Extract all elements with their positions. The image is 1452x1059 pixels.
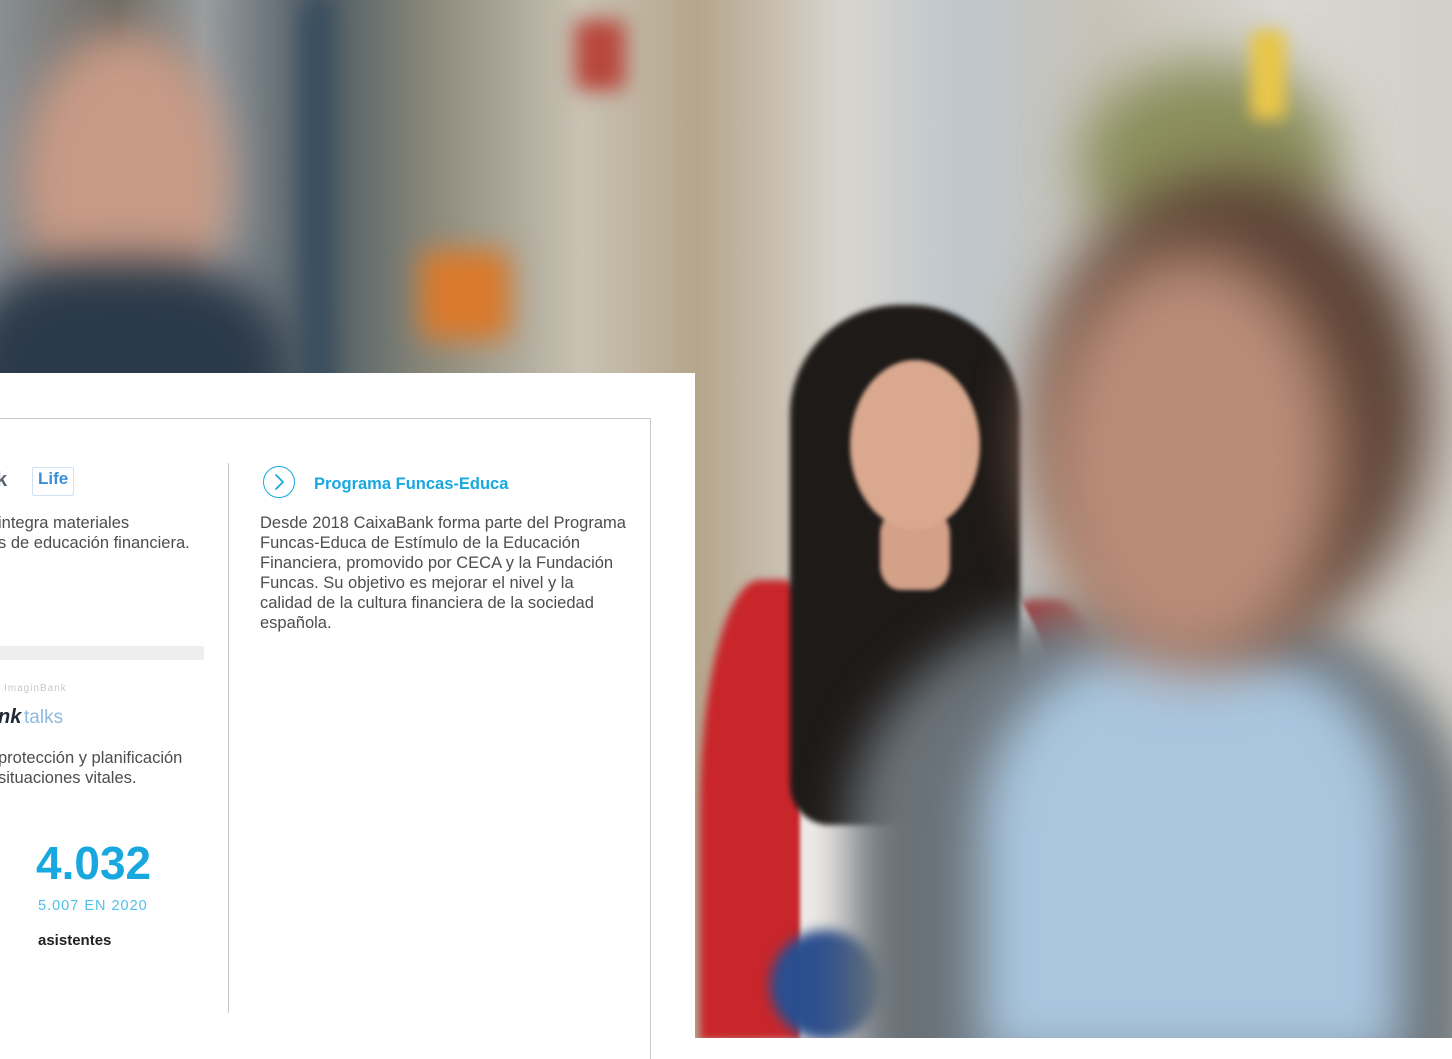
- talks-logo-light: talks: [24, 707, 64, 728]
- content-panel: k Life integra materiales s de educación…: [0, 373, 695, 1059]
- photo-orange-sign: [420, 250, 510, 340]
- photo-yellow-banner: [1250, 30, 1286, 120]
- stat-label: asistentes: [38, 932, 112, 949]
- section-title: Programa Funcas-Educa: [314, 475, 509, 493]
- talks-logo-bold: nk: [0, 706, 22, 728]
- stat-value: 4.032: [36, 837, 152, 889]
- photo-foreground-face: [1040, 250, 1340, 670]
- photo-foreground-shirt: [980, 640, 1400, 1038]
- photo-red-sign: [575, 20, 625, 90]
- left-text-bottom: protección y planificación situaciones v…: [0, 749, 183, 787]
- faint-caption: ImaginBank: [4, 683, 67, 694]
- life-logo: Life: [32, 467, 75, 496]
- logo-partial: k: [0, 469, 8, 491]
- chevron-right-circle-icon: [263, 466, 295, 498]
- chevron-right-icon: [275, 474, 284, 490]
- column-divider: [228, 463, 229, 1013]
- grey-separator-bar: [0, 646, 204, 660]
- photo-woman-face: [850, 360, 980, 530]
- section-body: Desde 2018 CaixaBank forma parte del Pro…: [260, 514, 626, 632]
- photo-lamp-post: [300, 0, 334, 420]
- left-text-top: integra materiales s de educación financ…: [0, 514, 190, 552]
- stat-previous-year: 5.007 EN 2020: [38, 898, 148, 914]
